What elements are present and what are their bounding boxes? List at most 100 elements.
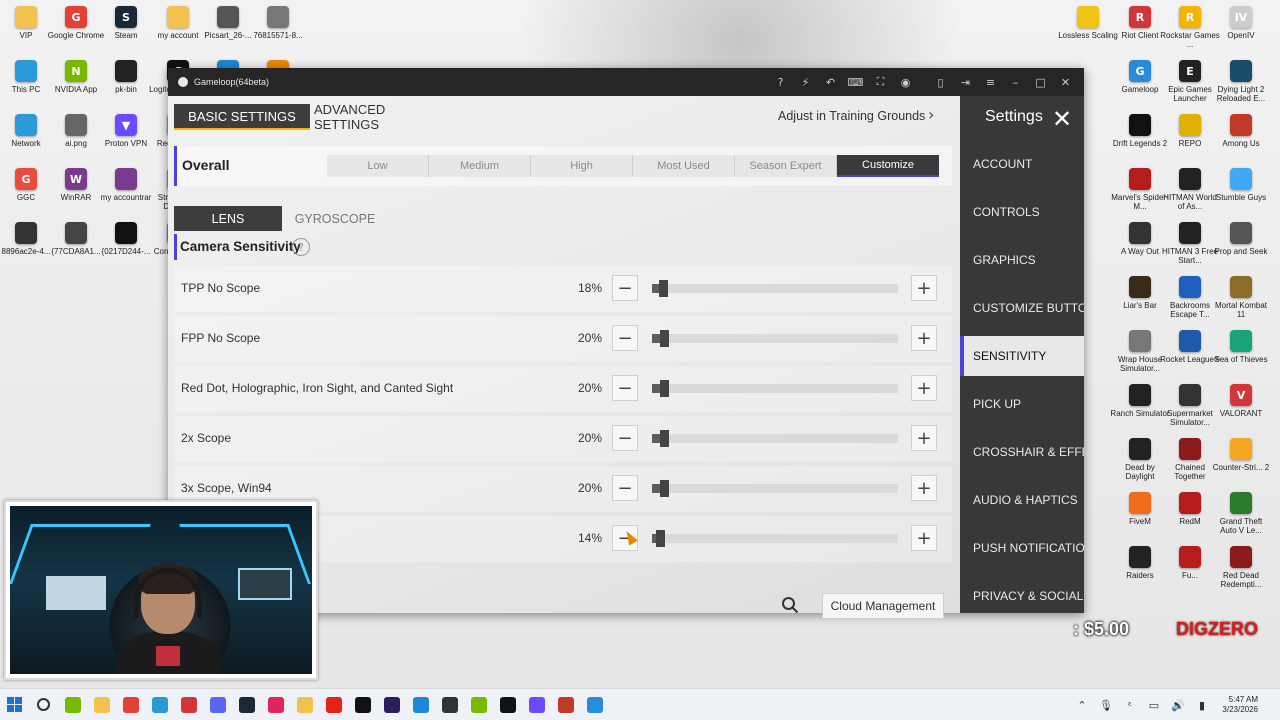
minimize-icon[interactable]: – [1003, 68, 1028, 96]
subtab-lens[interactable]: LENS [174, 206, 282, 231]
chevron-right-icon[interactable]: › [928, 105, 934, 124]
proton-taskbar-button[interactable] [522, 689, 551, 720]
file-explorer-taskbar-button[interactable] [87, 689, 116, 720]
nvidia-taskbar-button[interactable] [464, 689, 493, 720]
desktop-icon-sea-of-thieves[interactable]: Sea of Thieves [1211, 330, 1271, 384]
discord-taskbar-button[interactable] [203, 689, 232, 720]
clock[interactable]: 5:47 AM 3/23/2026 [1214, 695, 1280, 715]
nav-item-push-notification[interactable]: PUSH NOTIFICATION [960, 528, 1084, 568]
preset-most-used[interactable]: Most Used [633, 155, 735, 177]
preset-high[interactable]: High [531, 155, 633, 177]
desktop-icon-lossless-scaling[interactable]: Lossless Scaling [1058, 6, 1118, 60]
increase-button[interactable]: + [911, 275, 937, 301]
preset-low[interactable]: Low [327, 155, 429, 177]
close-settings-icon[interactable]: ✕ [1049, 105, 1075, 133]
training-grounds-link[interactable]: Adjust in Training Grounds [778, 109, 925, 123]
nav-item-audio-haptics[interactable]: AUDIO & HAPTICS [960, 480, 1084, 520]
desktop-icon-0217d244[interactable]: {0217D244-... [96, 222, 156, 276]
decrease-button[interactable]: − [612, 425, 638, 451]
slider-handle[interactable] [659, 280, 668, 297]
decrease-button[interactable]: − [612, 325, 638, 351]
sensitivity-slider[interactable] [652, 380, 898, 397]
desktop-icon-mortal-kombat-11[interactable]: Mortal Kombat 11 [1211, 276, 1271, 330]
sidebar-icon[interactable]: ▯ [928, 68, 953, 96]
increase-button[interactable]: + [911, 525, 937, 551]
decrease-button[interactable]: − [612, 375, 638, 401]
slider-handle[interactable] [660, 430, 669, 447]
search-taskbar-button[interactable] [29, 689, 58, 720]
increase-button[interactable]: + [911, 425, 937, 451]
desktop-icon-76815571-8[interactable]: 76815571-8... [248, 6, 308, 60]
desktop-icon-pk-bin[interactable]: pk-bin [96, 60, 156, 114]
desktop-icon-valorant[interactable]: V VALORANT [1211, 384, 1271, 438]
photos-taskbar-button[interactable] [145, 689, 174, 720]
help-icon[interactable]: ? [768, 68, 793, 96]
obs-taskbar-button[interactable] [435, 689, 464, 720]
nav-item-controls[interactable]: CONTROLS [960, 192, 1084, 232]
desktop-icon-stumble-guys[interactable]: Stumble Guys [1211, 168, 1271, 222]
desktop-icon-steam[interactable]: S Steam [96, 6, 156, 60]
start-button[interactable] [0, 689, 29, 720]
pin-icon[interactable]: ⇥ [953, 68, 978, 96]
keyboard-icon[interactable]: ⌨ [843, 68, 868, 96]
menu-icon[interactable]: ≡ [978, 68, 1003, 96]
slider-handle[interactable] [656, 530, 665, 547]
undo-icon[interactable]: ↶ [818, 68, 843, 96]
nav-item-customize-button[interactable]: CUSTOMIZE BUTTON [960, 288, 1084, 328]
tab-basic-settings[interactable]: BASIC SETTINGS [174, 104, 310, 130]
tab-advanced-settings[interactable]: ADVANCED SETTINGS [314, 102, 444, 132]
bolt-icon[interactable]: ⚡ [793, 68, 818, 96]
desktop-icon-red-dead-redempti[interactable]: Red Dead Redempti... [1211, 546, 1271, 600]
desktop-icon-openiv[interactable]: IV OpenIV [1211, 6, 1271, 60]
subtab-gyroscope[interactable]: GYROSCOPE [288, 206, 382, 231]
opera-gx-taskbar-button[interactable] [261, 689, 290, 720]
chrome-taskbar-button[interactable] [116, 689, 145, 720]
slider-handle[interactable] [660, 330, 669, 347]
maximize-icon[interactable]: □ [1028, 68, 1053, 96]
slider-handle[interactable] [660, 380, 669, 397]
fullscreen-icon[interactable]: ⛶ [868, 68, 893, 96]
desktop-icon-grand-theft-auto-v-le[interactable]: Grand Theft Auto V Le... [1211, 492, 1271, 546]
slider-handle[interactable] [660, 480, 669, 497]
gamepad-icon[interactable]: ◉ [893, 68, 918, 96]
app-red-taskbar-button[interactable] [174, 689, 203, 720]
question-icon[interactable]: ? [292, 238, 310, 256]
network-icon[interactable]: ▭ [1142, 699, 1166, 712]
preset-customize[interactable]: Customize [837, 155, 939, 177]
sensitivity-slider[interactable] [652, 280, 898, 297]
capcut-taskbar-button[interactable] [348, 689, 377, 720]
nav-item-sensitivity[interactable]: SENSITIVITY [960, 336, 1084, 376]
sensitivity-slider[interactable] [652, 530, 898, 547]
increase-button[interactable]: + [911, 375, 937, 401]
folder-taskbar-button[interactable] [290, 689, 319, 720]
tiktok-taskbar-button[interactable] [493, 689, 522, 720]
nvidia-app-taskbar-button[interactable] [58, 689, 87, 720]
nav-item-account[interactable]: ACCOUNT [960, 144, 1084, 184]
search-button[interactable] [776, 591, 804, 619]
language-icon[interactable]: ᵋ [1118, 699, 1142, 712]
desktop-icon-proton-vpn[interactable]: ▼ Proton VPN [96, 114, 156, 168]
decrease-button[interactable]: − [612, 275, 638, 301]
sensitivity-slider[interactable] [652, 480, 898, 497]
nav-item-privacy-social[interactable]: PRIVACY & SOCIAL [960, 576, 1084, 613]
desktop-icon-my-accountrar[interactable]: my accountrar [96, 168, 156, 222]
close-icon[interactable]: ✕ [1053, 68, 1078, 96]
steam-taskbar-button[interactable] [232, 689, 261, 720]
desktop-icon-counter-stri-2[interactable]: Counter-Stri... 2 [1211, 438, 1271, 492]
desktop-icon-dying-light-2-reloaded-e[interactable]: Dying Light 2 Reloaded E... [1211, 60, 1271, 114]
volume-icon[interactable]: 🔊 [1166, 699, 1190, 712]
nav-item-pick-up[interactable]: PICK UP [960, 384, 1084, 424]
increase-button[interactable]: + [911, 475, 937, 501]
premiere-taskbar-button[interactable] [377, 689, 406, 720]
decrease-button[interactable]: − [612, 475, 638, 501]
increase-button[interactable]: + [911, 325, 937, 351]
gameloop-taskbar-button[interactable] [580, 689, 609, 720]
record-taskbar-button[interactable] [551, 689, 580, 720]
desktop-icon-among-us[interactable]: Among Us [1211, 114, 1271, 168]
sensitivity-slider[interactable] [652, 430, 898, 447]
nav-item-graphics[interactable]: GRAPHICS [960, 240, 1084, 280]
battery-icon[interactable]: ▮ [1190, 699, 1214, 712]
edge-taskbar-button[interactable] [406, 689, 435, 720]
microphone-icon[interactable]: 🎙 [1094, 699, 1118, 712]
nav-item-crosshair-effect[interactable]: CROSSHAIR & EFFECT [960, 432, 1084, 472]
